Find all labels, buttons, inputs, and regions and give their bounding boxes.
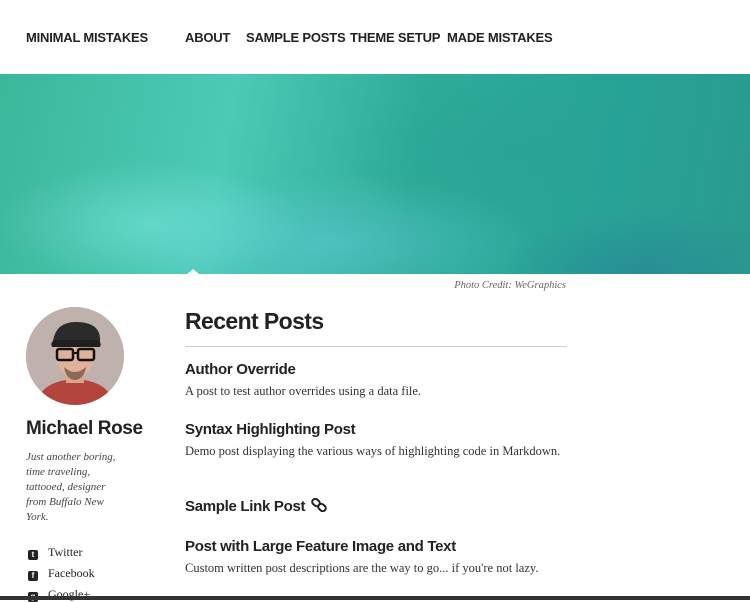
top-navigation: MINIMAL MISTAKES ABOUT SAMPLE POSTS THEM… xyxy=(0,0,750,74)
post-description: Custom written post descriptions are the… xyxy=(185,561,539,575)
bottom-edge-bar xyxy=(0,596,750,600)
author-avatar xyxy=(26,307,124,405)
hero-notch xyxy=(186,269,200,275)
nav-link-about[interactable]: ABOUT xyxy=(185,30,230,45)
nav-link-sample-posts[interactable]: SAMPLE POSTS xyxy=(246,30,346,45)
author-bio: Just another boring, time traveling, tat… xyxy=(26,451,116,523)
heading-divider xyxy=(185,346,566,347)
post-title-link[interactable]: Post with Large Feature Image and Text xyxy=(185,538,456,555)
post-title-link[interactable]: Syntax Highlighting Post xyxy=(185,421,356,438)
facebook-icon: f xyxy=(28,571,38,581)
recent-posts-heading: Recent Posts xyxy=(185,308,324,334)
hero-image xyxy=(0,74,750,274)
social-link-twitter[interactable]: t Twitter xyxy=(28,545,82,560)
nav-link-made-mistakes[interactable]: MADE MISTAKES xyxy=(447,30,553,45)
nav-link-theme-setup[interactable]: THEME SETUP xyxy=(350,30,440,45)
post-description: A post to test author overrides using a … xyxy=(185,384,422,398)
post-title-link[interactable]: Author Override xyxy=(185,361,296,378)
social-link-facebook[interactable]: f Facebook xyxy=(28,566,95,581)
post-description: Demo post displaying the various ways of… xyxy=(185,444,561,458)
twitter-icon: t xyxy=(28,550,38,560)
post-title-text: Sample Link Post xyxy=(185,498,306,515)
site-title-link[interactable]: MINIMAL MISTAKES xyxy=(26,30,148,45)
author-name: Michael Rose xyxy=(26,418,143,439)
post-title-link[interactable]: Sample Link Post xyxy=(185,497,327,515)
avatar-photo xyxy=(26,307,124,405)
link-icon xyxy=(311,497,327,513)
photo-credit: Photo Credit: WeGraphics xyxy=(454,280,566,291)
